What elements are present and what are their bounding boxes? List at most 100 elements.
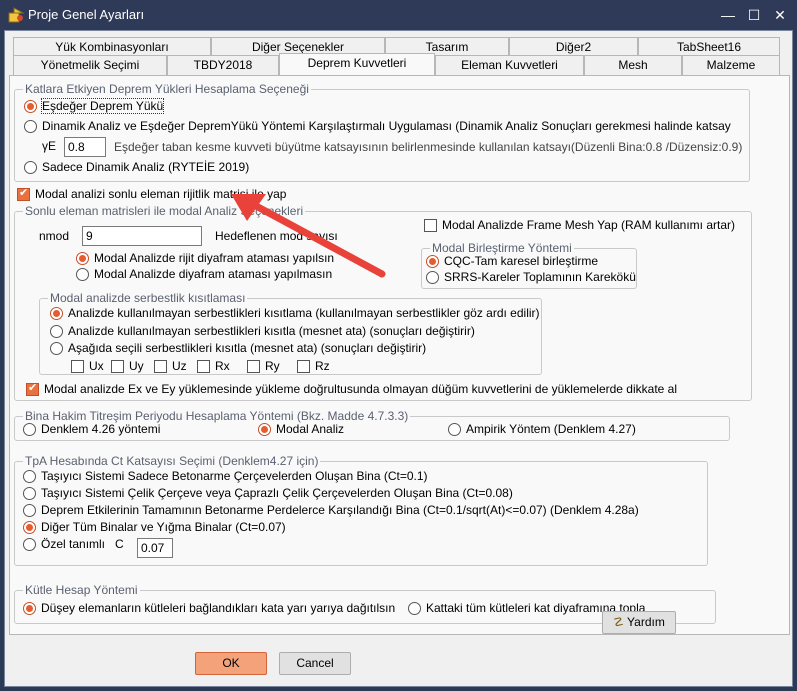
label-rijit-diyafram: Modal Analizde rijit diyafram ataması ya… [94,251,335,265]
radio-ct-perde[interactable] [23,504,36,517]
radio-rijit-diyafram[interactable] [76,252,89,265]
label-ampirik: Ampirik Yöntem (Denklem 4.27) [466,422,636,436]
label-esdeger-deprem: Eşdeğer Deprem Yükü [40,98,165,114]
tab-tabsheet16[interactable]: TabSheet16 [638,37,780,57]
group-ct: TpA Hesabında Ct Katsayısı Seçimi (Denkl… [14,454,708,566]
tab-deprem-kuvvetleri[interactable]: Deprem Kuvvetleri [279,53,435,75]
radio-mass-diaphragm[interactable] [408,602,421,615]
label-dof-selected: Aşağıda seçili serbestlikleri kısıtla (m… [68,341,427,355]
checkbox-rx[interactable] [197,360,210,373]
label-ct-beton: Taşıyıcı Sistemi Sadece Betonarme Çerçev… [41,469,428,483]
checkbox-exey[interactable] [26,381,39,396]
radio-diyafram-yok[interactable] [76,268,89,281]
gamma-e-input[interactable]: 0.8 [64,137,106,157]
checkbox-frame-mesh[interactable] [424,219,437,232]
radio-dof-unused[interactable] [50,325,63,338]
group-combine-legend: Modal Birleştirme Yöntemi [430,241,574,255]
label-ct-perde: Deprem Etkilerinin Tamamının Betonarme P… [41,503,639,517]
ok-button[interactable]: OK [195,652,267,675]
label-ct-ozel: Özel tanımlı [41,537,106,551]
checkbox-modal-fem[interactable] [17,186,30,201]
tab-panel-deprem-kuvvetleri: Katlara Etkiyen Deprem Yükleri Hesaplama… [9,75,790,635]
radio-mass-half[interactable] [23,602,36,615]
maximize-icon[interactable]: ☐ [744,6,764,24]
label-gamma-desc: Eşdeğer taban kesme kuvveti büyütme kats… [114,140,743,154]
label-uz: Uz [172,359,187,373]
checkbox-ry[interactable] [247,360,260,373]
group-mass-legend: Kütle Hesap Yöntemi [23,583,140,597]
checkbox-rz[interactable] [297,360,310,373]
label-dinamik-esdeger: Dinamik Analiz ve Eşdeğer DepremYükü Yön… [42,119,731,133]
label-ry: Ry [265,359,280,373]
radio-modal-analiz[interactable] [258,423,271,436]
label-exey: Modal analizde Ex ve Ey yüklemesinde yük… [44,382,678,396]
group-fem-legend: Sonlu eleman matrisleri ile modal Analiz… [23,204,306,218]
group-load-legend: Katlara Etkiyen Deprem Yükleri Hesaplama… [23,82,311,96]
checkbox-ux[interactable] [71,360,84,373]
tab-malzeme[interactable]: Malzeme [682,55,780,75]
tab-yuk-kombinasyonlari[interactable]: Yük Kombinasyonları [13,37,211,57]
help-icon: ☡ [613,615,624,629]
nmod-input[interactable]: 9 [82,226,202,246]
label-rx: Rx [215,359,230,373]
radio-denklem-426[interactable] [23,423,36,436]
radio-ct-ozel[interactable] [23,538,36,551]
group-period-legend: Bina Hakim Titreşim Periyodu Hesaplama Y… [23,409,411,423]
help-button[interactable]: ☡ Yardım [602,611,676,634]
group-dof-restraint: Modal analizde serbestlik kısıtlaması An… [39,291,542,375]
group-combine-method: Modal Birleştirme Yöntemi CQC-Tam karese… [421,241,637,289]
group-fem-modal: Sonlu eleman matrisleri ile modal Analiz… [14,204,752,401]
group-ct-legend: TpA Hesabında Ct Katsayısı Seçimi (Denkl… [23,454,321,468]
label-rz: Rz [315,359,330,373]
label-dof-none: Analizde kullanılmayan serbestlikleri kı… [68,306,540,320]
checkbox-uy[interactable] [111,360,124,373]
radio-ampirik[interactable] [448,423,461,436]
label-ct-celik: Taşıyıcı Sistemi Çelik Çerçeve veya Çapr… [41,486,513,500]
label-ct-diger: Diğer Tüm Binalar ve Yığma Binalar (Ct=0… [41,520,286,534]
minimize-icon[interactable]: — [718,6,738,24]
checkbox-uz[interactable] [154,360,167,373]
radio-esdeger-deprem[interactable] [24,100,37,113]
dialog-window: Proje Genel Ayarları — ☐ ✕ Yük Kombinasy… [0,0,797,691]
tab-mesh[interactable]: Mesh [584,55,682,75]
radio-dof-selected[interactable] [50,342,63,355]
tab-yonetmelik-secimi[interactable]: Yönetmelik Seçimi [13,55,167,75]
radio-srrs[interactable] [426,271,439,284]
label-frame-mesh: Modal Analizde Frame Mesh Yap (RAM kulla… [442,218,735,232]
label-uy: Uy [129,359,144,373]
tab-eleman-kuvvetleri[interactable]: Eleman Kuvvetleri [435,55,584,75]
dialog-client: Yük Kombinasyonları Diğer Seçenekler Tas… [4,30,793,687]
radio-sadece-dinamik[interactable] [24,161,37,174]
label-cqc: CQC-Tam karesel birleştirme [444,254,599,268]
label-mass-half: Düşey elemanların kütleleri bağlandıklar… [41,601,396,615]
label-gamma-e: γE [42,139,57,153]
label-denklem-426: Denklem 4.26 yöntemi [41,422,161,436]
radio-ct-celik[interactable] [23,487,36,500]
window-title: Proje Genel Ayarları [28,7,145,22]
tab-row-bottom: Yönetmelik Seçimi TBDY2018 Deprem Kuvvet… [13,53,788,75]
label-srrs: SRRS-Kareler Toplamının Karekökü [444,270,636,284]
group-period: Bina Hakim Titreşim Periyodu Hesaplama Y… [14,409,730,441]
label-ct-c: C [115,537,124,551]
label-diyafram-yok: Modal Analizde diyafram ataması yapılmas… [94,267,333,281]
tab-diger2[interactable]: Diğer2 [509,37,638,57]
close-icon[interactable]: ✕ [770,6,790,24]
radio-ct-diger[interactable] [23,521,36,534]
tab-tbdy2018[interactable]: TBDY2018 [167,55,279,75]
radio-ct-beton[interactable] [23,470,36,483]
label-ux: Ux [89,359,104,373]
help-button-label: Yardım [627,615,665,629]
label-modal-analiz: Modal Analiz [276,422,345,436]
ct-input[interactable]: 0.07 [137,538,173,558]
radio-dinamik-esdeger[interactable] [24,120,37,133]
label-nmod: nmod [39,229,70,243]
title-bar[interactable]: Proje Genel Ayarları — ☐ ✕ [0,0,797,30]
group-dof-legend: Modal analizde serbestlik kısıtlaması [48,291,248,305]
label-modal-fem: Modal analizi sonlu eleman rijitlik matr… [35,187,287,201]
radio-dof-none[interactable] [50,307,63,320]
group-load-method: Katlara Etkiyen Deprem Yükleri Hesaplama… [14,82,750,182]
label-hedef-mod: Hedeflenen mod sayısı [215,229,338,243]
radio-cqc[interactable] [426,255,439,268]
cancel-button[interactable]: Cancel [279,652,351,675]
label-sadece-dinamik: Sadece Dinamik Analiz (RYTEİE 2019) [42,160,250,174]
